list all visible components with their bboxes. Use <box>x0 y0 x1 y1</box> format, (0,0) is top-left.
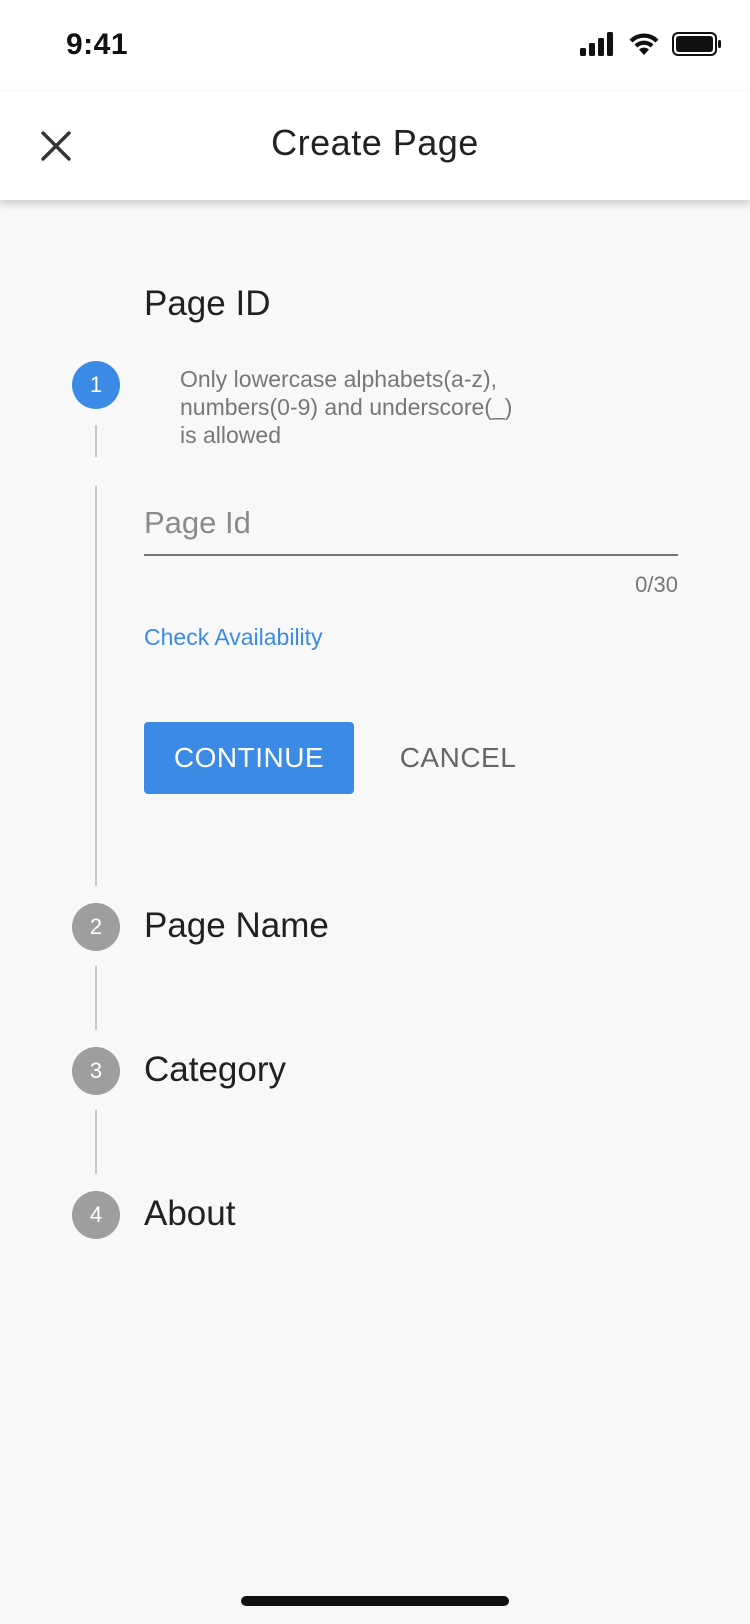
cancel-button[interactable]: CANCEL <box>380 722 536 794</box>
cellular-signal-icon <box>580 32 613 56</box>
step-connector <box>95 966 97 1030</box>
character-counter: 0/30 <box>635 572 678 597</box>
home-indicator[interactable] <box>241 1596 509 1606</box>
step-title-page-name[interactable]: Page Name <box>144 906 329 946</box>
status-time: 9:41 <box>66 28 129 61</box>
page-title: Create Page <box>271 122 479 163</box>
check-availability-link[interactable]: Check Availability <box>144 624 323 651</box>
step-number-4: 4 <box>72 1191 120 1239</box>
continue-button[interactable]: CONTINUE <box>144 722 354 794</box>
page-id-input[interactable] <box>144 492 678 556</box>
step-title-page-id: Page ID <box>144 284 271 323</box>
step-number-1: 1 <box>72 361 120 409</box>
app-bar: Create Page <box>0 92 750 200</box>
step-number-3: 3 <box>72 1047 120 1095</box>
status-icons <box>580 32 722 56</box>
step-number-2: 2 <box>72 903 120 951</box>
step-subtitle: Only lowercase alphabets(a-z), numbers(0… <box>180 366 513 448</box>
step-connector <box>95 486 97 886</box>
step-connector <box>95 425 97 457</box>
step-connector <box>95 1110 97 1174</box>
battery-icon <box>672 32 721 56</box>
status-bar: 9:41 <box>0 0 750 92</box>
wifi-icon <box>629 33 659 55</box>
step-title-category[interactable]: Category <box>144 1050 286 1090</box>
step-title-about[interactable]: About <box>144 1194 235 1234</box>
